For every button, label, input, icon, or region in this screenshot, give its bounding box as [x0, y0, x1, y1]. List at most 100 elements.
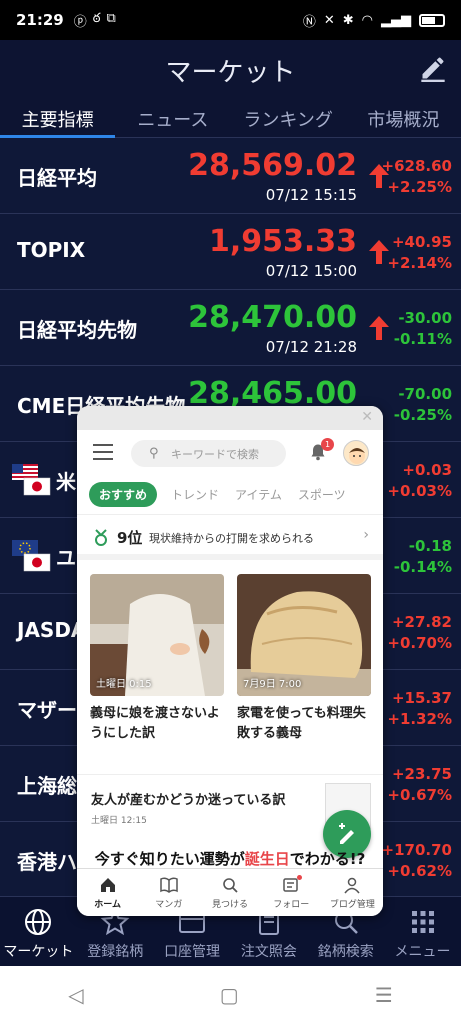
- index-time: 07/12 15:15: [265, 186, 357, 204]
- blog-nav-home[interactable]: ホーム: [77, 869, 138, 916]
- blog-nav-label: ホーム: [94, 900, 121, 910]
- person-icon: [344, 877, 360, 894]
- banner-highlight: 誕生日: [244, 850, 290, 868]
- list-item-title: 友人が産むかどうか迷っている訳: [91, 793, 286, 808]
- nav-menu[interactable]: メニュー: [384, 897, 461, 966]
- index-change-pct: +1.32%: [387, 710, 452, 728]
- index-name: ユ: [56, 546, 76, 570]
- ranking-medal-icon: [95, 529, 107, 546]
- index-name: JASDA: [17, 618, 87, 642]
- index-change: -70.00: [398, 385, 452, 403]
- article-card[interactable]: 土曜日 0:15 義母に娘を渡さないようにした訳: [90, 574, 224, 744]
- search-icon: [223, 878, 238, 893]
- avatar[interactable]: [343, 440, 369, 466]
- index-row[interactable]: 日経平均先物 28,470.00 07/12 21:28 -30.00 -0.11…: [0, 290, 461, 366]
- article-cards: 土曜日 0:15 義母に娘を渡さないようにした訳 7月9日 7:00 家電を使っ…: [77, 560, 383, 741]
- tab-news[interactable]: ニュース: [115, 98, 230, 137]
- pinterest-icon: ⓟ: [73, 14, 87, 30]
- banner-text-after: でわかる!?: [289, 850, 366, 868]
- recents-icon[interactable]: ☰: [375, 983, 393, 1007]
- article-title: 義母に娘を渡さないようにした訳: [90, 706, 220, 741]
- index-change: +0.03: [402, 461, 452, 479]
- wifi-icon: ◠: [361, 12, 373, 28]
- close-icon[interactable]: ✕: [361, 409, 373, 425]
- category-tabs: おすすめ トレンド アイテム スポーツ: [77, 474, 383, 514]
- tab-bar: 主要指標 ニュース ランキング 市場概況: [0, 98, 461, 138]
- index-price: 28,470.00: [188, 300, 357, 335]
- banner-text-before: 今すぐ知りたい運勢が: [94, 850, 245, 868]
- blog-nav-discover[interactable]: 見つける: [199, 869, 260, 916]
- signal-icon: ▂▄▆: [381, 12, 411, 28]
- article-card[interactable]: 7月9日 7:00 家電を使っても料理失敗する義母: [237, 574, 371, 744]
- back-icon[interactable]: ◁: [68, 983, 83, 1007]
- grid-icon: [411, 911, 434, 933]
- blog-nav-label: マンガ: [155, 900, 183, 910]
- index-row[interactable]: TOPIX 1,953.33 07/12 15:00 +40.95 +2.14%: [0, 214, 461, 290]
- index-change-pct: -0.11%: [393, 330, 452, 348]
- category-sports[interactable]: スポーツ: [298, 486, 346, 503]
- category-items[interactable]: アイテム: [235, 486, 282, 503]
- nav-label: 口座管理: [164, 944, 221, 960]
- avatar-face-icon: [349, 448, 365, 464]
- blog-bottom-nav: ホーム マンガ 見つける フォロー ブログ管理: [77, 868, 383, 916]
- blog-nav-label: フォロー: [273, 900, 310, 910]
- ranking-text: 現状維持からの打開を求められる: [149, 532, 314, 545]
- eu-jp-flag-icon: [12, 540, 51, 572]
- index-change: +628.60: [381, 157, 452, 175]
- search-input[interactable]: ⚲ キーワードで検索: [131, 440, 286, 467]
- globe-icon: [25, 909, 52, 935]
- nfc-icon: Ⓝ: [302, 14, 316, 30]
- index-change-pct: -0.14%: [393, 558, 452, 576]
- index-change: +23.75: [391, 765, 452, 783]
- floating-window: ✕ ⚲ キーワードで検索 1 おすすめ トレンド アイテム スポーツ 9位 現状…: [77, 406, 383, 916]
- status-time: 21:29: [16, 11, 64, 29]
- category-recommended[interactable]: おすすめ: [89, 481, 158, 507]
- search-placeholder: キーワードで検索: [171, 448, 259, 461]
- index-change-pct: +0.67%: [387, 786, 452, 804]
- index-time: 07/12 21:28: [265, 338, 357, 356]
- home-icon: [100, 878, 115, 892]
- blog-nav-manga[interactable]: マンガ: [138, 869, 199, 916]
- system-nav-bar: ◁ ▢ ☰: [0, 966, 461, 1024]
- index-name: 日経平均: [17, 166, 97, 190]
- cat-icon: ఠ: [92, 10, 101, 26]
- index-price: 1,953.33: [208, 224, 357, 259]
- index-row[interactable]: 日経平均 28,569.02 07/12 15:15 +628.60 +2.25%: [0, 138, 461, 214]
- pencil-icon[interactable]: [419, 54, 447, 82]
- nav-label: メニュー: [394, 944, 451, 960]
- nav-market[interactable]: マーケット: [0, 897, 77, 966]
- index-name: マザー: [17, 698, 77, 722]
- index-change: -0.18: [408, 537, 452, 555]
- blog-nav-manage[interactable]: ブログ管理: [322, 869, 383, 916]
- index-change-pct: +2.14%: [387, 254, 452, 272]
- index-change: +170.70: [381, 841, 452, 859]
- chevron-right-icon: ›: [363, 527, 369, 543]
- category-trend[interactable]: トレンド: [171, 486, 219, 503]
- home-icon[interactable]: ▢: [220, 983, 239, 1007]
- hamburger-menu-icon[interactable]: [93, 444, 113, 460]
- index-time: 07/12 15:00: [265, 262, 357, 280]
- fortune-ranking-row[interactable]: 9位 現状維持からの打開を求められる ›: [77, 514, 383, 560]
- us-jp-flag-icon: [12, 464, 51, 496]
- article-timestamp: 7月9日 7:00: [243, 679, 302, 690]
- nav-label: 銘柄検索: [317, 944, 374, 960]
- index-name: TOPIX: [17, 238, 86, 262]
- tab-ranking[interactable]: ランキング: [231, 98, 346, 137]
- window-handle[interactable]: ✕: [77, 406, 383, 430]
- ranking-number: 9位: [117, 529, 143, 547]
- article-title: 家電を使っても料理失敗する義母: [237, 706, 366, 741]
- tab-main-indices[interactable]: 主要指標: [0, 98, 116, 138]
- index-change-pct: -0.25%: [393, 406, 452, 424]
- blog-nav-follow[interactable]: フォロー: [261, 869, 322, 916]
- index-name: 日経平均先物: [17, 318, 137, 342]
- blog-nav-label: 見つける: [212, 900, 249, 910]
- tab-market-overview[interactable]: 市場概況: [346, 98, 461, 137]
- book-icon: [160, 877, 178, 893]
- list-item-time: 土曜日 12:15: [91, 816, 147, 826]
- index-change: +15.37: [391, 689, 452, 707]
- blog-nav-label: ブログ管理: [329, 900, 375, 910]
- mute-icon: ✕: [323, 12, 335, 28]
- search-icon: ⚲: [149, 446, 159, 461]
- index-name: 香港ハ: [17, 850, 77, 874]
- battery-icon: [419, 13, 445, 27]
